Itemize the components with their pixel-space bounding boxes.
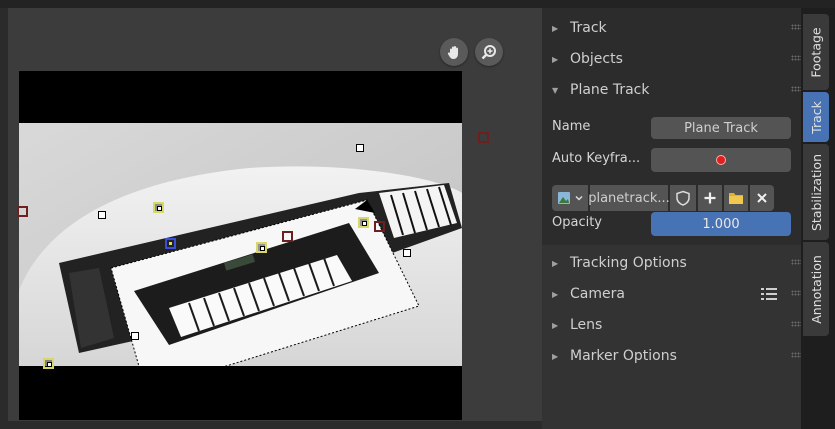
collapsed-triangle-icon: ▶ bbox=[552, 289, 559, 299]
track-marker[interactable] bbox=[282, 231, 293, 242]
auto-keyframe-toggle[interactable] bbox=[651, 148, 791, 172]
collapsed-triangle-icon: ▶ bbox=[552, 23, 559, 33]
section-marker-options[interactable]: ▶ Marker Options bbox=[542, 341, 811, 371]
collapsed-triangle-icon: ▶ bbox=[552, 54, 559, 64]
collapsed-triangle-icon: ▶ bbox=[552, 351, 559, 361]
sidebar-panel: ▶ Track ▶ Objects ▼ Plane Track Name Pla… bbox=[542, 8, 803, 429]
section-objects[interactable]: ▶ Objects bbox=[542, 44, 811, 74]
section-label: Plane Track bbox=[570, 82, 650, 98]
section-tracking-options[interactable]: ▶ Tracking Options bbox=[542, 248, 811, 278]
name-label: Name bbox=[552, 119, 591, 134]
section-label: Objects bbox=[570, 51, 623, 67]
image-selector: planetrack... bbox=[552, 185, 774, 211]
tab-label: Track bbox=[808, 100, 824, 134]
section-track[interactable]: ▶ Track bbox=[542, 13, 811, 43]
new-image-button[interactable] bbox=[698, 185, 722, 211]
name-field[interactable]: Plane Track bbox=[651, 117, 791, 139]
sidebar-tabs: Footage Track Stabilization Annotation bbox=[801, 8, 835, 429]
shield-icon bbox=[676, 190, 690, 206]
footage-image bbox=[19, 123, 462, 366]
track-marker[interactable] bbox=[17, 206, 28, 217]
folder-icon bbox=[729, 193, 743, 204]
track-marker[interactable] bbox=[358, 217, 369, 228]
track-marker[interactable] bbox=[256, 242, 267, 253]
clip-frame[interactable] bbox=[17, 71, 489, 420]
tab-annotation[interactable]: Annotation bbox=[803, 242, 829, 336]
chevron-down-icon bbox=[574, 195, 583, 201]
track-marker[interactable] bbox=[478, 132, 489, 143]
tab-label: Footage bbox=[808, 26, 824, 78]
section-label: Camera bbox=[570, 286, 625, 302]
fake-user-button[interactable] bbox=[670, 185, 696, 211]
pan-hand-button[interactable] bbox=[440, 38, 468, 66]
plane-corner-handle[interactable] bbox=[356, 144, 364, 152]
expanded-triangle-icon: ▼ bbox=[552, 85, 559, 95]
track-marker[interactable] bbox=[153, 202, 164, 213]
track-marker-selected[interactable] bbox=[165, 238, 176, 249]
image-browse-button[interactable] bbox=[552, 185, 588, 211]
list-icon[interactable] bbox=[761, 287, 777, 301]
lower-sections: ▶ Tracking Options ▶ Camera ▶ Lens ▶ Mar… bbox=[542, 245, 803, 429]
plane-corner-handle[interactable] bbox=[98, 211, 106, 219]
collapsed-triangle-icon: ▶ bbox=[552, 258, 559, 268]
clip-viewport[interactable] bbox=[8, 8, 542, 421]
tab-footage[interactable]: Footage bbox=[803, 14, 829, 90]
tab-label: Stabilization bbox=[808, 153, 824, 231]
tab-track[interactable]: Track bbox=[803, 92, 829, 142]
image-icon bbox=[557, 192, 570, 204]
tab-stabilization[interactable]: Stabilization bbox=[803, 144, 829, 240]
collapsed-triangle-icon: ▶ bbox=[552, 320, 559, 330]
image-name-field[interactable]: planetrack... bbox=[588, 185, 670, 211]
plane-corner-handle[interactable] bbox=[131, 332, 139, 340]
close-icon bbox=[757, 193, 767, 203]
opacity-slider[interactable]: 1.000 bbox=[651, 212, 791, 236]
unlink-image-button[interactable] bbox=[750, 185, 774, 211]
opacity-label: Opacity bbox=[552, 215, 603, 230]
zoom-button[interactable] bbox=[475, 38, 503, 66]
auto-keyframe-label: Auto Keyfra... bbox=[552, 151, 641, 166]
top-header-strip bbox=[0, 0, 835, 8]
plane-corner-handle[interactable] bbox=[403, 249, 411, 257]
plus-icon bbox=[704, 192, 716, 204]
section-camera[interactable]: ▶ Camera bbox=[542, 279, 811, 309]
track-marker[interactable] bbox=[374, 221, 385, 232]
section-plane-track[interactable]: ▼ Plane Track bbox=[542, 75, 811, 105]
section-label: Lens bbox=[570, 317, 603, 333]
section-label: Marker Options bbox=[570, 348, 677, 364]
hand-icon bbox=[447, 46, 458, 59]
section-label: Tracking Options bbox=[570, 255, 687, 271]
track-marker[interactable] bbox=[43, 358, 54, 369]
record-dot-icon bbox=[716, 155, 726, 165]
section-label: Track bbox=[570, 20, 607, 36]
zoom-in-icon bbox=[481, 45, 496, 60]
section-lens[interactable]: ▶ Lens bbox=[542, 310, 811, 340]
tab-label: Annotation bbox=[808, 254, 824, 324]
open-image-button[interactable] bbox=[724, 185, 748, 211]
